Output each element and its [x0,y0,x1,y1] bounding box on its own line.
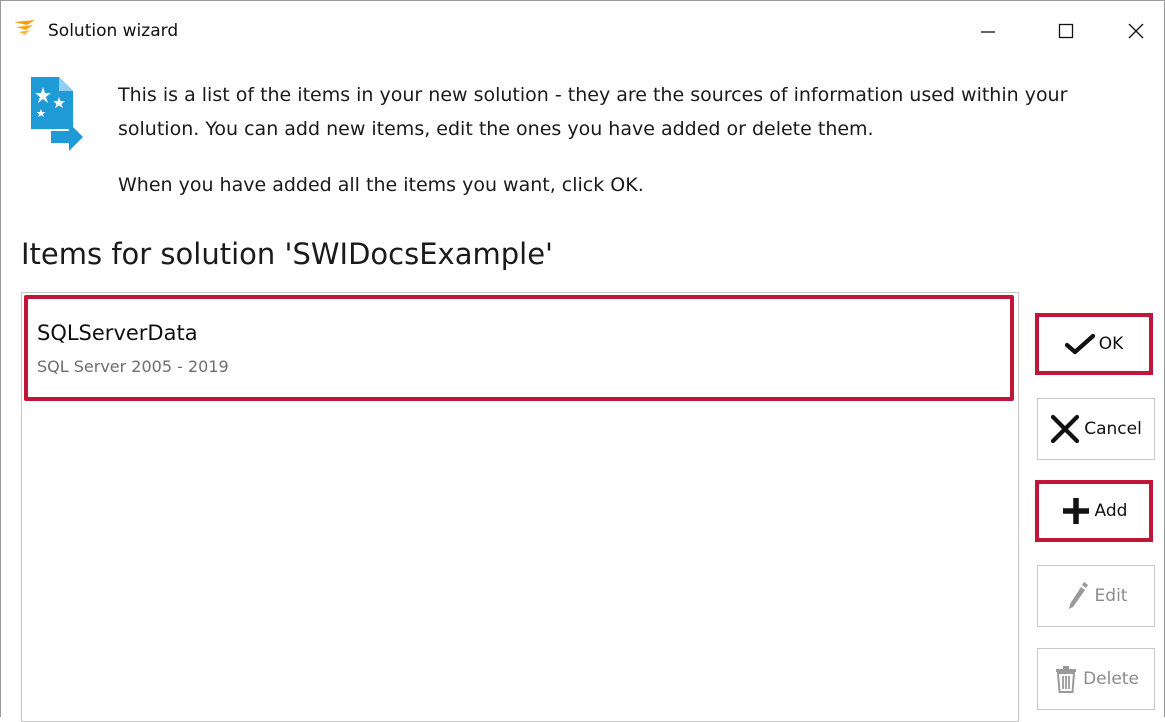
solarwinds-flame-icon [13,19,37,39]
solution-wizard-window: Solution wizard This is a list of the it… [0,0,1165,722]
list-item[interactable]: SQLServerData SQL Server 2005 - 2019 [24,295,1014,401]
x-icon [1050,414,1080,444]
document-stars-arrow-icon [25,73,87,153]
intro-text: This is a list of the items in your new … [118,78,1128,202]
item-type: SQL Server 2005 - 2019 [37,357,229,376]
maximize-button[interactable] [1043,11,1089,51]
maximize-icon [1058,23,1074,39]
minimize-icon [981,31,995,33]
cancel-button[interactable]: Cancel [1037,398,1155,460]
edit-button[interactable]: Edit [1037,565,1155,627]
trash-icon [1053,664,1079,694]
delete-label: Delete [1083,669,1139,689]
title-bar[interactable]: Solution wizard [1,1,1164,57]
intro-line-1: This is a list of the items in your new … [118,84,1068,106]
items-list[interactable]: SQLServerData SQL Server 2005 - 2019 [21,292,1019,722]
edit-label: Edit [1094,586,1128,606]
intro-line-2: solution. You can add new items, edit th… [118,118,874,140]
minimize-button[interactable] [965,11,1011,51]
checkmark-icon [1064,333,1095,355]
section-title: Items for solution 'SWIDocsExample' [21,237,554,271]
close-button[interactable] [1113,11,1159,51]
intro-line-3: When you have added all the items you wa… [118,174,644,196]
plus-icon [1061,496,1091,526]
cancel-label: Cancel [1084,419,1142,439]
item-name: SQLServerData [37,321,198,345]
ok-label: OK [1098,334,1124,354]
close-icon [1128,23,1144,39]
ok-button[interactable]: OK [1035,313,1153,375]
add-button[interactable]: Add [1035,480,1153,542]
window-title: Solution wizard [48,21,179,41]
pencil-icon [1065,581,1091,611]
delete-button[interactable]: Delete [1037,648,1155,710]
add-label: Add [1094,501,1128,521]
